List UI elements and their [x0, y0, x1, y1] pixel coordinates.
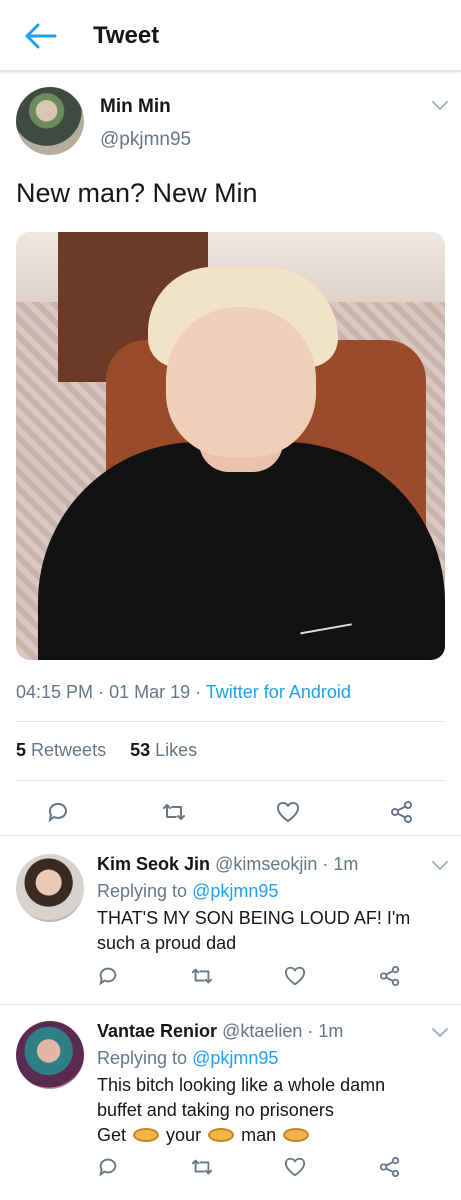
retweet-count[interactable]: 5 — [16, 740, 26, 760]
tweet-photo[interactable] — [16, 232, 445, 660]
like-button[interactable] — [279, 1151, 311, 1183]
reply-avatar[interactable] — [16, 1021, 84, 1089]
like-count[interactable]: 53 — [130, 740, 150, 760]
retweet-button[interactable] — [186, 1151, 218, 1183]
reply-header: Kim Seok Jin @kimseokjin · 1m — [97, 854, 359, 874]
reply-author-name[interactable]: Kim Seok Jin — [97, 854, 210, 874]
reply-action-bar — [0, 1151, 461, 1187]
emoji-icon — [281, 1126, 311, 1144]
reply-icon — [99, 967, 117, 986]
meta-separator: · — [195, 682, 206, 702]
top-app-bar: Tweet — [0, 0, 461, 72]
author-avatar[interactable] — [16, 87, 84, 155]
reply-icon — [99, 1158, 117, 1177]
reply-action-bar — [0, 960, 461, 996]
retweet-button[interactable] — [186, 960, 218, 992]
replying-prefix: Replying to — [97, 1048, 188, 1068]
page-title: Tweet — [93, 22, 160, 49]
reply-text: This bitch looking like a whole damn buf… — [97, 1073, 427, 1148]
author-handle[interactable]: @pkjmn95 — [100, 129, 191, 151]
replying-to: Replying to @pkjmn95 — [97, 1048, 278, 1069]
reply-text-line: Get your man — [97, 1123, 427, 1148]
tweet-text: New man? New Min — [16, 178, 258, 208]
retweet-button[interactable] — [156, 794, 192, 830]
reply-time: 1m — [318, 1021, 344, 1041]
reply-word: Get — [97, 1125, 127, 1145]
reply-header: Vantae Renior @ktaelien · 1m — [97, 1021, 344, 1041]
reply-text-line: This bitch looking like a whole damn — [97, 1075, 386, 1095]
chevron-down-icon[interactable] — [431, 1027, 449, 1039]
replying-mention[interactable]: @pkjmn95 — [192, 1048, 278, 1068]
reply-text: THAT'S MY SON BEING LOUD AF! I'm such a … — [97, 908, 411, 953]
replying-mention[interactable]: @pkjmn95 — [192, 881, 278, 901]
tweet-date: 01 Mar 19 — [109, 682, 191, 702]
tweet-time: 04:15 PM — [16, 682, 94, 702]
meta-separator: · — [98, 682, 110, 702]
reply-button[interactable] — [92, 960, 124, 992]
divider — [16, 721, 445, 722]
emoji-icon — [206, 1126, 236, 1144]
reply-icon — [48, 802, 67, 823]
reply-author-handle[interactable]: @kimseokjin — [215, 854, 317, 874]
reply-button[interactable] — [40, 794, 76, 830]
share-icon — [379, 965, 400, 987]
retweet-icon — [191, 968, 213, 984]
back-arrow-icon — [25, 23, 57, 49]
back-button[interactable] — [22, 20, 58, 52]
section-divider — [0, 835, 461, 836]
reply-button[interactable] — [92, 1151, 124, 1183]
heart-icon — [284, 966, 306, 986]
like-label[interactable]: Likes — [155, 740, 197, 760]
tweet-stats: 5 Retweets 53 Likes — [16, 740, 197, 761]
reply-text-line: buffet and taking no prisoners — [97, 1100, 334, 1120]
tweet-meta: 04:15 PM · 01 Mar 19 · Twitter for Andro… — [16, 682, 351, 703]
reply-word: your — [166, 1125, 202, 1145]
share-button[interactable] — [384, 794, 420, 830]
share-icon — [391, 801, 412, 823]
reply-avatar[interactable] — [16, 854, 84, 922]
chevron-down-icon[interactable] — [431, 100, 449, 112]
share-button[interactable] — [374, 960, 406, 992]
reply-author-handle[interactable]: @ktaelien — [222, 1021, 302, 1041]
emoji-icon — [131, 1126, 161, 1144]
heart-icon — [284, 1157, 306, 1177]
share-button[interactable] — [374, 1151, 406, 1183]
like-button[interactable] — [279, 960, 311, 992]
photo-face — [166, 307, 316, 457]
tweet-action-bar — [0, 794, 461, 838]
author-name[interactable]: Min Min — [100, 96, 171, 118]
reply-word: man — [241, 1125, 277, 1145]
retweet-icon — [191, 1159, 213, 1175]
chevron-down-icon[interactable] — [431, 860, 449, 872]
heart-icon — [277, 802, 299, 822]
tweet-client-link[interactable]: Twitter for Android — [206, 682, 351, 702]
like-button[interactable] — [270, 794, 306, 830]
retweet-icon — [163, 804, 185, 820]
replying-to: Replying to @pkjmn95 — [97, 881, 278, 902]
share-icon — [379, 1156, 400, 1178]
divider — [16, 780, 445, 781]
replying-prefix: Replying to — [97, 881, 188, 901]
reply-author-name[interactable]: Vantae Renior — [97, 1021, 217, 1041]
retweet-label[interactable]: Retweets — [31, 740, 106, 760]
section-divider — [0, 1004, 461, 1005]
reply-time: 1m — [333, 854, 359, 874]
